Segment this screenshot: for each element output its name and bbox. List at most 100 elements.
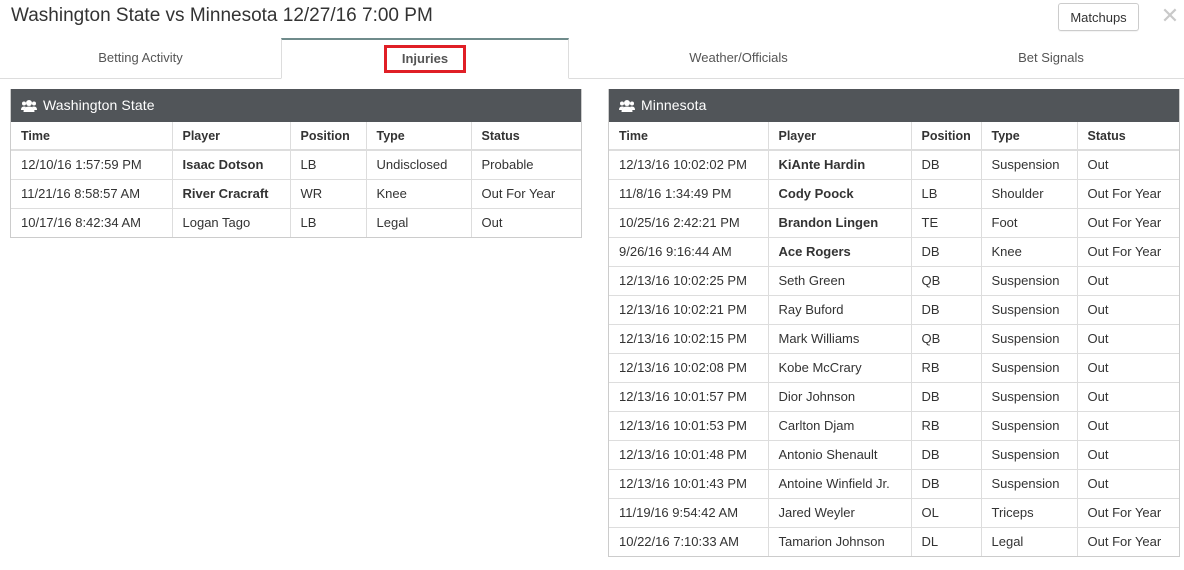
cell-type: Suspension <box>981 468 1078 498</box>
cell-position: RB <box>911 352 982 382</box>
panel-header: Washington State <box>11 89 581 122</box>
cell-position: WR <box>290 178 367 208</box>
cell-type: Legal <box>981 526 1078 556</box>
tab-bet-signals[interactable]: Bet Signals <box>908 38 1184 78</box>
column-header-status[interactable]: Status <box>471 122 581 151</box>
cell-time: 9/26/16 9:16:44 AM <box>609 236 769 266</box>
cell-time: 12/10/16 1:57:59 PM <box>11 150 173 179</box>
table-row: 12/13/16 10:01:48 PM Antonio Shenault DB Su… <box>609 439 1179 469</box>
table-row: 11/8/16 1:34:49 PM Cody Poock LB Shoulder Ou… <box>609 178 1179 208</box>
column-header-position[interactable]: Position <box>911 122 982 151</box>
column-header-time[interactable]: Time <box>609 122 769 151</box>
injury-panel-minnesota: Minnesota Time Player Position Type Stat… <box>608 89 1180 557</box>
cell-type: Legal <box>366 207 472 237</box>
cell-position: DB <box>911 381 982 411</box>
cell-status: Out <box>1077 381 1179 411</box>
team-name: Washington State <box>43 97 155 113</box>
tab-weather-officials[interactable]: Weather/Officials <box>569 38 908 78</box>
cell-player: Jared Weyler <box>768 497 912 527</box>
cell-position: LB <box>290 150 367 179</box>
cell-player: Tamarion Johnson <box>768 526 912 556</box>
table-row: 12/13/16 10:02:25 PM Seth Green QB Suspensi… <box>609 265 1179 295</box>
table-row: 9/26/16 9:16:44 AM Ace Rogers DB Knee Out Fo… <box>609 236 1179 266</box>
column-header-status[interactable]: Status <box>1077 122 1179 151</box>
cell-player: Ray Buford <box>768 294 912 324</box>
cell-time: 11/8/16 1:34:49 PM <box>609 178 769 208</box>
cell-type: Suspension <box>981 410 1078 440</box>
users-icon <box>21 99 37 112</box>
injury-table: Time Player Position Type Status 12/13/1… <box>609 122 1179 556</box>
table-row: 12/13/16 10:02:15 PM Mark Williams QB Suspe… <box>609 323 1179 353</box>
table-row: 12/13/16 10:02:08 PM Kobe McCrary RB Suspen… <box>609 352 1179 382</box>
table-row: 11/19/16 9:54:42 AM Jared Weyler OL Triceps… <box>609 497 1179 527</box>
cell-position: DB <box>911 236 982 266</box>
tab-label: Weather/Officials <box>689 50 788 65</box>
cell-status: Out For Year <box>1077 236 1179 266</box>
cell-time: 12/13/16 10:02:08 PM <box>609 352 769 382</box>
cell-status: Out <box>1077 468 1179 498</box>
cell-time: 11/21/16 8:58:57 AM <box>11 178 173 208</box>
cell-player: Logan Tago <box>172 207 291 237</box>
cell-time: 12/13/16 10:02:25 PM <box>609 265 769 295</box>
cell-type: Knee <box>366 178 472 208</box>
column-header-type[interactable]: Type <box>981 122 1078 151</box>
cell-status: Out For Year <box>471 178 581 208</box>
cell-position: DB <box>911 294 982 324</box>
cell-position: DB <box>911 150 982 179</box>
cell-type: Knee <box>981 236 1078 266</box>
cell-type: Suspension <box>981 150 1078 179</box>
close-icon[interactable]: ✕ <box>1160 4 1180 28</box>
cell-player: Dior Johnson <box>768 381 912 411</box>
column-header-position[interactable]: Position <box>290 122 367 151</box>
cell-player: Cody Poock <box>768 178 912 208</box>
cell-status: Out <box>1077 352 1179 382</box>
tab-label: Betting Activity <box>98 50 183 65</box>
cell-player: Carlton Djam <box>768 410 912 440</box>
cell-time: 11/19/16 9:54:42 AM <box>609 497 769 527</box>
tab-bar: Betting Activity Injuries Weather/Offici… <box>0 38 1184 79</box>
cell-status: Out <box>1087 157 1109 173</box>
cell-time: 12/13/16 10:01:57 PM <box>609 381 769 411</box>
table-row: 12/13/16 10:02:21 PM Ray Buford DB Suspensi… <box>609 294 1179 324</box>
cell-player: Antoine Winfield Jr. <box>768 468 912 498</box>
matchups-button[interactable]: Matchups <box>1058 3 1139 31</box>
tab-injuries[interactable]: Injuries <box>281 38 569 79</box>
cell-position: QB <box>911 323 982 353</box>
cell-player: Brandon Lingen <box>768 207 912 237</box>
cell-type: Suspension <box>981 352 1078 382</box>
modal-header: Washington State vs Minnesota 12/27/16 7… <box>0 0 1184 38</box>
table-row: 10/25/16 2:42:21 PM Brandon Lingen TE Foot O… <box>609 207 1179 237</box>
column-header-player[interactable]: Player <box>768 122 912 151</box>
cell-type: Suspension <box>981 265 1078 295</box>
column-header-player[interactable]: Player <box>172 122 291 151</box>
cell-time: 12/13/16 10:02:21 PM <box>609 294 769 324</box>
cell-status: Out <box>1077 294 1179 324</box>
column-header-time[interactable]: Time <box>11 122 173 151</box>
cell-status: Out <box>1077 439 1179 469</box>
page-title: Washington State vs Minnesota 12/27/16 7… <box>11 5 433 26</box>
cell-time: 10/22/16 7:10:33 AM <box>609 526 769 556</box>
cell-status: Out <box>1077 410 1179 440</box>
cell-player: Kobe McCrary <box>768 352 912 382</box>
cell-player: Seth Green <box>768 265 912 295</box>
cell-player: Ace Rogers <box>768 236 912 266</box>
cell-status: Out For Year <box>1077 178 1179 208</box>
tab-betting-activity[interactable]: Betting Activity <box>0 38 281 78</box>
table-row: 12/13/16 10:01:43 PM Antoine Winfield Jr.… <box>609 468 1179 498</box>
cell-time: 12/13/16 10:02:15 PM <box>609 323 769 353</box>
table-row: 12/13/16 10:02:02 PM KiAnte Hardin DB Suspe… <box>609 150 1179 179</box>
cell-status: Out <box>471 207 581 237</box>
cell-type: Suspension <box>981 323 1078 353</box>
cell-player: Mark Williams <box>768 323 912 353</box>
cell-status: Probable <box>481 157 534 173</box>
column-header-type[interactable]: Type <box>366 122 472 151</box>
cell-type: Shoulder <box>981 178 1078 208</box>
team-name: Minnesota <box>641 97 707 113</box>
cell-position: RB <box>911 410 982 440</box>
cell-player: KiAnte Hardin <box>768 150 912 179</box>
cell-type: Triceps <box>981 497 1078 527</box>
cell-position: LB <box>911 178 982 208</box>
table-row: 12/13/16 10:01:53 PM Carlton Djam RB Suspen… <box>609 410 1179 440</box>
cell-type: Suspension <box>981 439 1078 469</box>
cell-time: 12/13/16 10:01:48 PM <box>609 439 769 469</box>
